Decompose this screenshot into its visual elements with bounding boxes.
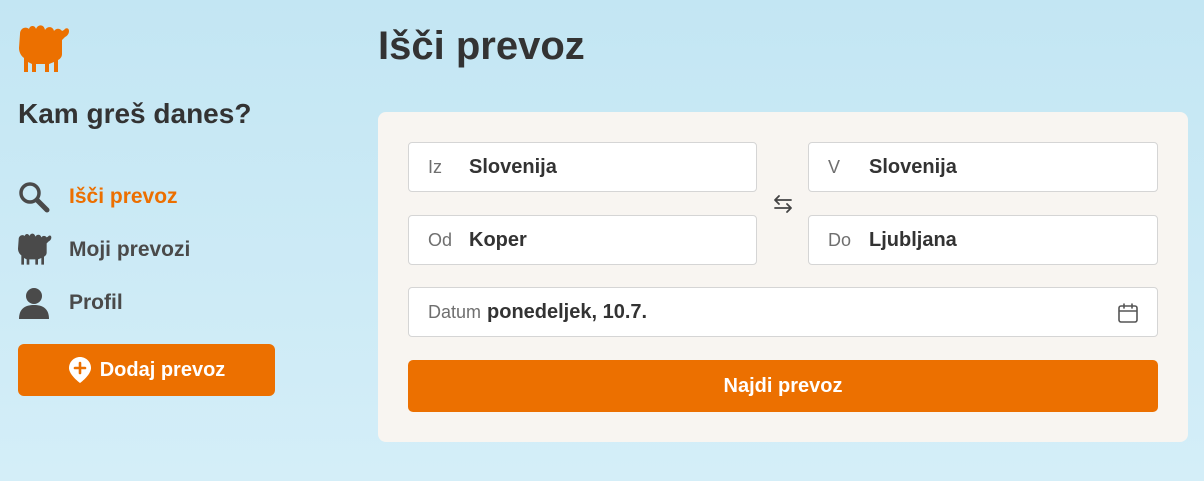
from-city-label: Od [428,229,453,250]
to-city-label: Do [828,229,852,250]
sidebar-item-my-rides[interactable]: Moji prevozi [16,223,190,276]
date-label: Datum [428,301,482,322]
date-value: ponedeljek, 10.7. [487,300,648,323]
to-country-value: Slovenija [869,155,957,178]
from-country-label: Iz [428,156,443,177]
to-country-field[interactable]: V Slovenija [808,142,1158,192]
from-city-value: Koper [469,228,527,251]
from-city-field[interactable]: Od Koper [408,215,757,265]
sidebar-item-search[interactable]: Išči prevoz [16,170,190,223]
page-title: Išči prevoz [378,24,585,68]
sidebar-item-label: Išči prevoz [69,184,178,208]
user-icon [16,285,52,321]
swap-arrows-icon[interactable] [771,192,795,216]
camel-icon [16,232,52,268]
search-icon [16,179,52,215]
add-ride-label: Dodaj prevoz [99,358,226,381]
from-country-field[interactable]: Iz Slovenija [408,142,757,192]
to-country-label: V [828,156,841,177]
date-field[interactable]: Datum ponedeljek, 10.7. [408,287,1158,337]
sidebar-tagline: Kam greš danes? [18,98,252,129]
search-form: Iz Slovenija V Slovenija Od Koper Do Lju… [378,112,1188,442]
from-country-value: Slovenija [469,155,557,178]
to-city-field[interactable]: Do Ljubljana [808,215,1158,265]
to-city-value: Ljubljana [869,228,957,251]
sidebar-item-label: Profil [69,290,123,314]
add-ride-button[interactable]: Dodaj prevoz [18,344,275,396]
sidebar-item-profile[interactable]: Profil [16,276,190,329]
sidebar-nav: Išči prevoz Moji prevozi Profil [16,170,190,329]
find-ride-button[interactable]: Najdi prevoz [408,360,1158,412]
sidebar-item-label: Moji prevozi [69,237,191,261]
calendar-icon[interactable] [1117,302,1139,324]
pin-plus-icon [68,357,91,383]
camel-logo-icon[interactable] [16,24,70,76]
